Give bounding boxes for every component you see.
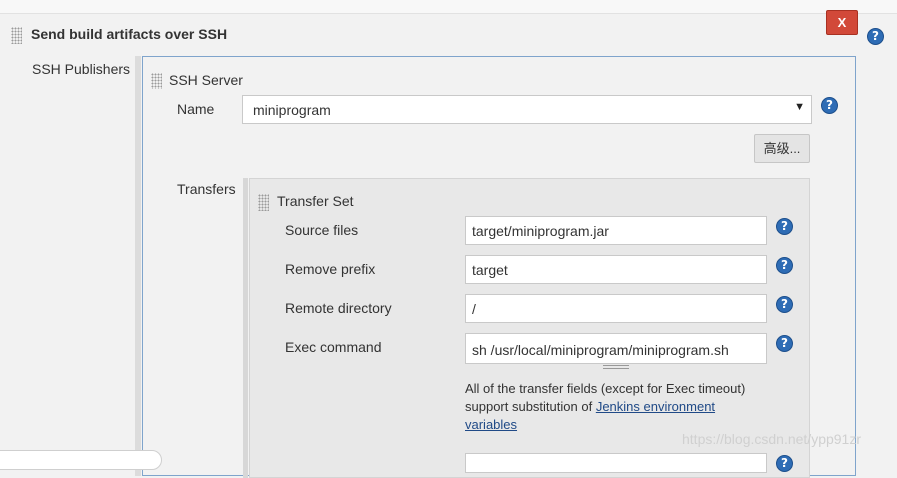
ssh-server-heading: SSH Server xyxy=(169,72,243,88)
remote-directory-value: / xyxy=(472,301,476,317)
transfers-label: Transfers xyxy=(177,181,236,197)
help-icon[interactable]: ? xyxy=(821,97,838,114)
source-files-input[interactable]: target/miniprogram.jar xyxy=(465,216,767,245)
drag-handle-icon[interactable] xyxy=(151,73,162,89)
textarea-resize-handle[interactable] xyxy=(603,365,629,369)
help-icon[interactable]: ? xyxy=(867,28,884,45)
advanced-button[interactable]: 高级... xyxy=(754,134,810,163)
exec-command-value: sh /usr/local/miniprogram/miniprogram.sh xyxy=(472,342,729,358)
section-title: Send build artifacts over SSH xyxy=(31,26,228,42)
source-files-label: Source files xyxy=(285,222,359,238)
remote-directory-input[interactable]: / xyxy=(465,294,767,323)
remove-prefix-value: target xyxy=(472,262,508,278)
exec-command-label: Exec command xyxy=(285,339,382,355)
remote-directory-label: Remote directory xyxy=(285,300,392,316)
drag-handle-icon[interactable] xyxy=(11,27,22,44)
panel-rail xyxy=(135,56,141,476)
help-icon[interactable]: ? xyxy=(776,296,793,313)
transfer-set-rail xyxy=(243,178,248,478)
server-name-value: miniprogram xyxy=(253,102,331,118)
remove-prefix-label: Remove prefix xyxy=(285,261,376,277)
watermark: https://blog.csdn.net/ypp91zr xyxy=(682,431,861,447)
substitution-note: All of the transfer fields (except for E… xyxy=(465,380,765,434)
status-bubble xyxy=(0,450,162,470)
exec-command-textarea[interactable]: sh /usr/local/miniprogram/miniprogram.sh xyxy=(465,333,767,364)
ssh-publishers-label: SSH Publishers xyxy=(32,61,131,77)
help-icon[interactable]: ? xyxy=(776,257,793,274)
transfer-set-heading: Transfer Set xyxy=(277,193,354,209)
drag-handle-icon[interactable] xyxy=(258,194,269,211)
delete-button[interactable]: X xyxy=(826,10,858,35)
source-files-value: target/miniprogram.jar xyxy=(472,223,609,239)
next-field-input[interactable] xyxy=(465,453,767,473)
name-label: Name xyxy=(177,101,215,117)
top-divider xyxy=(0,0,897,14)
remove-prefix-input[interactable]: target xyxy=(465,255,767,284)
help-icon[interactable]: ? xyxy=(776,335,793,352)
chevron-down-icon: ▼ xyxy=(794,101,805,113)
help-icon[interactable]: ? xyxy=(776,218,793,235)
help-icon[interactable]: ? xyxy=(776,455,793,472)
server-name-select[interactable]: miniprogram ▼ xyxy=(242,95,812,124)
